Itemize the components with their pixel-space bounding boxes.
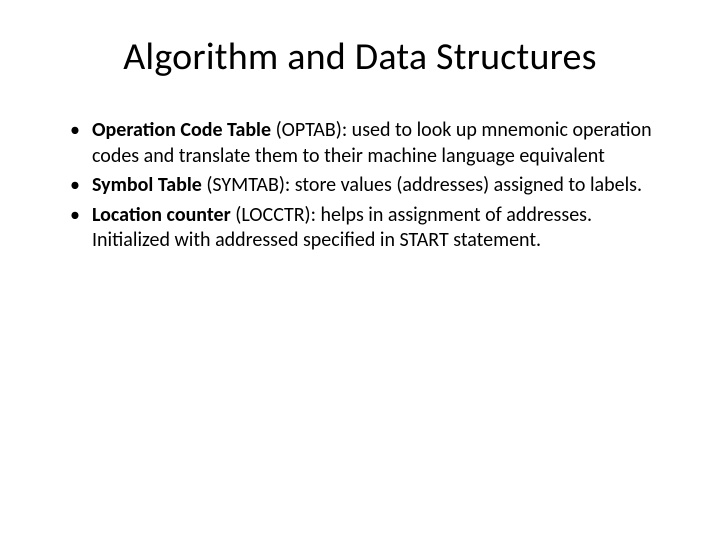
bullet-body: (SYMTAB): store values (addresses) assig…	[206, 173, 642, 197]
bullet-term: Operation Code Table	[92, 118, 276, 142]
bullet-list: Operation Code Table (OPTAB): used to lo…	[48, 118, 672, 254]
slide: Algorithm and Data Structures Operation …	[0, 0, 720, 540]
list-item: Symbol Table (SYMTAB): store values (add…	[92, 173, 672, 199]
bullet-term: Location counter	[92, 203, 235, 227]
slide-title: Algorithm and Data Structures	[48, 34, 672, 80]
list-item: Operation Code Table (OPTAB): used to lo…	[92, 118, 672, 169]
list-item: Location counter (LOCCTR): helps in assi…	[92, 203, 672, 254]
bullet-term: Symbol Table	[92, 173, 206, 197]
